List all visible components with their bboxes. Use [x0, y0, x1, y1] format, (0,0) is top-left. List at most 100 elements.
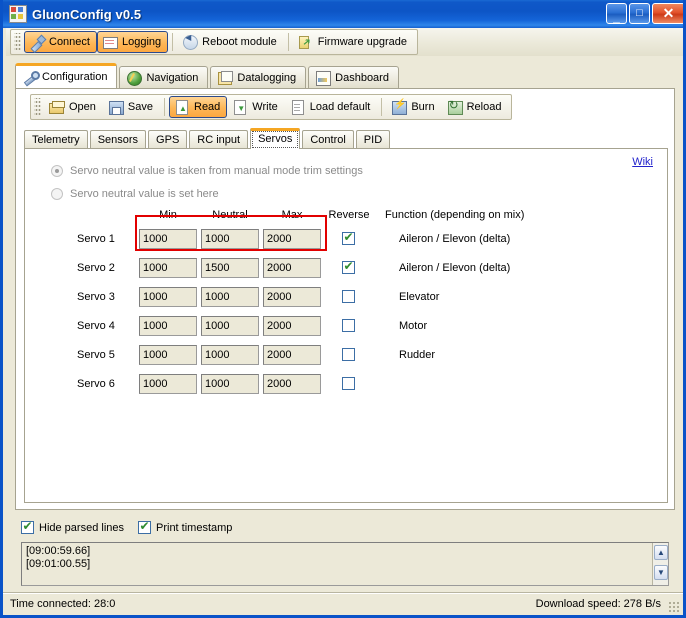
main-toolbar: Connect Logging Reboot module Firmware u… — [6, 28, 683, 56]
servo-3-max-input[interactable] — [263, 287, 321, 307]
scroll-down-button[interactable]: ▼ — [654, 565, 668, 580]
config-sub-tab-strip: Telemetry Sensors GPS RC input Servos Co… — [24, 128, 668, 149]
dashboard-icon — [315, 70, 332, 86]
column-header-reverse: Reverse — [328, 209, 370, 221]
servo-1-max-input[interactable] — [263, 229, 321, 249]
servo-1-neutral-input[interactable] — [201, 229, 259, 249]
servo-1-reverse-checkbox[interactable] — [342, 230, 355, 245]
save-button[interactable]: Save — [103, 96, 160, 118]
subtab-gps[interactable]: GPS — [148, 130, 188, 149]
tab-dashboard[interactable]: Dashboard — [308, 66, 399, 88]
connect-button[interactable]: Connect — [24, 31, 97, 53]
servo-6-reverse-checkbox[interactable] — [342, 377, 355, 390]
config-toolbar: Open Save Read Write Load default — [26, 94, 513, 120]
servo-6-max-input[interactable] — [263, 374, 321, 394]
reload-button[interactable]: Reload — [442, 96, 509, 118]
servo-2-min-input[interactable] — [139, 258, 197, 278]
tab-datalogging[interactable]: Datalogging — [210, 66, 307, 88]
config-toolbar-band: Open Save Read Write Load default — [30, 94, 513, 120]
reboot-module-button[interactable]: Reboot module — [177, 31, 284, 53]
servo-5-max-input[interactable] — [263, 345, 321, 365]
subtab-control-label: Control — [310, 134, 346, 146]
subtab-control[interactable]: Control — [302, 130, 354, 149]
window-title: GluonConfig v0.5 — [32, 6, 142, 22]
firmware-upgrade-label: Firmware upgrade — [317, 36, 408, 48]
read-button[interactable]: Read — [169, 96, 228, 118]
subtab-telemetry-label: Telemetry — [32, 134, 80, 146]
burn-icon — [391, 99, 408, 115]
subtab-sensors[interactable]: Sensors — [89, 130, 147, 149]
tab-configuration-label: Configuration — [42, 71, 108, 83]
subtab-servos[interactable]: Servos — [250, 128, 301, 149]
servo-3-reverse-checkbox[interactable] — [342, 290, 355, 303]
log-text: [09:00:59.66] [09:01:00.55] — [26, 545, 91, 570]
globe-icon — [126, 70, 143, 86]
scroll-up-button[interactable]: ▲ — [654, 545, 668, 560]
servo-2-max-input[interactable] — [263, 258, 321, 278]
close-icon: ✕ — [662, 5, 675, 21]
logging-button[interactable]: Logging — [96, 31, 169, 53]
servo-5-min-input[interactable] — [139, 345, 197, 365]
servo-3-min-input[interactable] — [139, 287, 197, 307]
log-output-box[interactable]: [09:00:59.66] [09:01:00.55] ▲ ▼ — [21, 542, 669, 586]
load-default-button[interactable]: Load default — [285, 96, 378, 118]
config-toolbar-grip-handle[interactable] — [34, 98, 41, 116]
close-button[interactable]: ✕ — [652, 3, 683, 24]
main-toolbar-band: Connect Logging Reboot module Firmware u… — [10, 29, 419, 55]
servo-4-neutral-input[interactable] — [201, 316, 259, 336]
column-header-min: Min — [159, 209, 177, 221]
column-header-max: Max — [281, 209, 303, 221]
servo-5-reverse-checkbox[interactable] — [342, 348, 355, 361]
write-button[interactable]: Write — [227, 96, 284, 118]
load-default-icon — [290, 99, 306, 115]
connect-label: Connect — [49, 36, 90, 48]
open-button[interactable]: Open — [44, 96, 103, 118]
servo-3-neutral-input[interactable] — [201, 287, 259, 307]
tab-navigation[interactable]: Navigation — [119, 66, 209, 88]
load-default-label: Load default — [309, 101, 371, 113]
row-label-servo-5: Servo 5 — [77, 349, 115, 361]
hide-parsed-lines-checkbox[interactable] — [21, 519, 34, 534]
burn-button[interactable]: Burn — [386, 96, 441, 118]
status-download-speed: Download speed: 278 B/s — [535, 598, 661, 610]
reboot-icon — [182, 33, 199, 50]
servo-5-neutral-input[interactable] — [201, 345, 259, 365]
servo-6-min-input[interactable] — [139, 374, 197, 394]
minimize-icon: _ — [613, 10, 620, 24]
log-vertical-scrollbar[interactable]: ▲ ▼ — [652, 543, 668, 585]
minimize-button[interactable]: _ — [606, 3, 627, 24]
tab-configuration[interactable]: Configuration — [15, 63, 118, 88]
print-timestamp-option[interactable]: Print timestamp — [138, 519, 232, 534]
toolbar-separator — [287, 33, 289, 51]
status-bar: Time connected: 28:0 Download speed: 278… — [3, 592, 683, 615]
maximize-button[interactable]: □ — [629, 3, 650, 24]
row-label-servo-6: Servo 6 — [77, 378, 115, 390]
subtab-telemetry[interactable]: Telemetry — [24, 130, 88, 149]
configuration-page: Open Save Read Write Load default — [15, 88, 675, 510]
logging-label: Logging — [121, 36, 162, 48]
resize-grip[interactable] — [668, 601, 680, 613]
tab-navigation-label: Navigation — [146, 71, 199, 84]
write-document-icon — [232, 99, 248, 115]
servo-2-neutral-input[interactable] — [201, 258, 259, 278]
hide-parsed-lines-option[interactable]: Hide parsed lines — [21, 519, 124, 534]
logging-icon — [102, 34, 118, 50]
subtab-gps-label: GPS — [156, 134, 180, 146]
servo-4-reverse-checkbox[interactable] — [342, 319, 355, 332]
print-timestamp-checkbox[interactable] — [138, 519, 151, 534]
servo-4-max-input[interactable] — [263, 316, 321, 336]
subtab-rc-input[interactable]: RC input — [189, 130, 249, 149]
write-label: Write — [252, 101, 278, 113]
servo-2-reverse-checkbox[interactable] — [342, 259, 355, 274]
status-time-connected: Time connected: 28:0 — [10, 598, 116, 610]
save-disk-icon — [108, 99, 124, 115]
servo-6-neutral-input[interactable] — [201, 374, 259, 394]
servo-1-min-input[interactable] — [139, 229, 197, 249]
column-header-neutral: Neutral — [212, 209, 248, 221]
servo-4-min-input[interactable] — [139, 316, 197, 336]
toolbar-separator — [172, 33, 174, 51]
row-label-servo-2: Servo 2 — [77, 262, 115, 274]
toolbar-grip-handle[interactable] — [14, 33, 21, 51]
subtab-pid[interactable]: PID — [355, 130, 391, 149]
firmware-upgrade-button[interactable]: Firmware upgrade — [293, 31, 414, 53]
